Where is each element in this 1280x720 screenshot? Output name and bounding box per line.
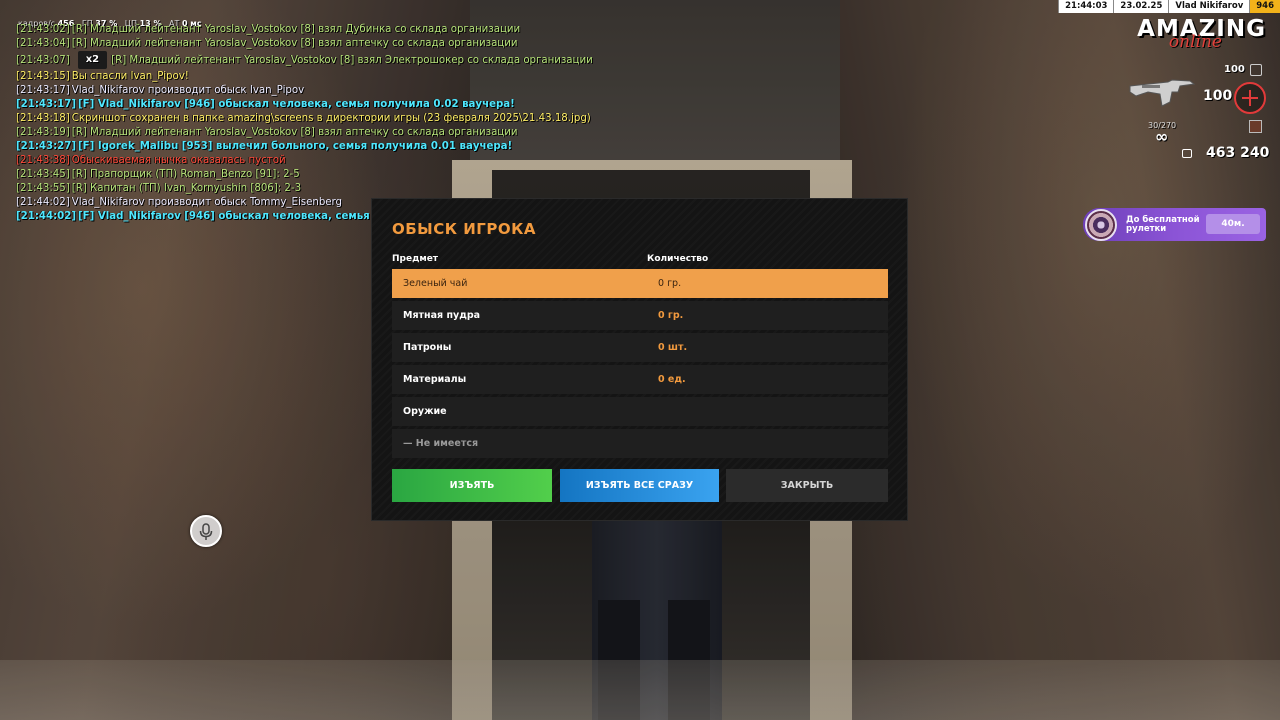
ammo-reserve: ∞: [1155, 127, 1169, 146]
player-name: Vlad Nikifarov: [1168, 0, 1250, 13]
dialog-title: ОБЫСК ИГРОКА: [392, 220, 536, 238]
chat-message: [21:43:19] [R] Младший лейтенант Yaroslav…: [16, 127, 518, 138]
column-header-item: Предмет: [392, 254, 439, 264]
item-row-weapons-header: Оружие: [392, 397, 888, 426]
microphone-icon: [199, 523, 213, 540]
chat-message: [21:43:45] [R] Прапорщик (ТП) Roman_Benzo…: [16, 169, 300, 180]
health-value: 100: [1203, 88, 1233, 104]
date: 23.02.25: [1113, 0, 1169, 13]
chat-message: [21:43:02] [R] Младший лейтенант Yaroslav…: [16, 24, 521, 35]
column-header-quantity: Количество: [647, 254, 709, 264]
roulette-wheel-icon: [1085, 209, 1117, 241]
dialog-actions: ИЗЪЯТЬ ИЗЪЯТЬ ВСЕ СРАЗУ ЗАКРЫТЬ: [392, 469, 888, 502]
take-all-button[interactable]: ИЗЪЯТЬ ВСЕ СРАЗУ: [560, 469, 719, 502]
chat-message: [21:43:07] x2 [R] Младший лейтенант Yarosl…: [16, 51, 636, 70]
chat-message: [21:43:17] [F] Vlad_Nikifarov [946] обыск…: [16, 99, 515, 110]
item-row-empty: — Не имеется: [392, 429, 888, 458]
armor-icon: [1250, 64, 1262, 76]
chat-message: [21:43:15] Вы спасли Ivan_Pipov!: [16, 71, 189, 82]
chat-message: [21:43:18] Скриншот сохранен в папке amaz…: [16, 113, 591, 124]
item-row[interactable]: Патроны 0 шт.: [392, 333, 888, 362]
armor-value: 100: [1224, 64, 1245, 75]
health-icon: [1234, 82, 1266, 114]
chat-message: [21:43:55] [R] Капитан (ТП) Ivan_Kornyush…: [16, 183, 302, 194]
take-button[interactable]: ИЗЪЯТЬ: [392, 469, 552, 502]
item-row[interactable]: Материалы 0 ед.: [392, 365, 888, 394]
roulette-timer: 40м.: [1206, 214, 1260, 234]
message-repeat-badge: x2: [77, 51, 108, 69]
top-status-bar: 21:44:03 23.02.25 Vlad Nikifarov 946: [1058, 0, 1280, 13]
free-roulette-promo[interactable]: До бесплатной рулетки 40м.: [1083, 208, 1266, 241]
item-row[interactable]: Мятная пудра 0 гр.: [392, 301, 888, 330]
chat-message: [21:43:38] Обыскиваемая нычка оказалась п…: [16, 155, 286, 166]
clock: 21:44:03: [1058, 0, 1114, 13]
chat-message: [21:43:17] Vlad_Nikifarov производит обыс…: [16, 85, 305, 96]
voice-chat-button[interactable]: [190, 515, 222, 547]
player-level: 946: [1249, 0, 1280, 13]
chat-message: [21:43:04] [R] Младший лейтенант Yaroslav…: [16, 38, 518, 49]
game-logo: AMAZING online: [1137, 16, 1266, 52]
wallet-icon: [1182, 148, 1192, 158]
chat-message: [21:43:27] [F] Igorek_Malibu [953] вылечи…: [16, 141, 513, 152]
exit-icon: [1249, 120, 1262, 133]
close-button[interactable]: ЗАКРЫТЬ: [726, 469, 888, 502]
player-search-dialog: ОБЫСК ИГРОКА Предмет Количество Зеленый …: [371, 198, 908, 521]
item-row[interactable]: Зеленый чай 0 гр.: [392, 269, 888, 298]
chat-log: [21:43:02] [R] Младший лейтенант Yaroslav…: [16, 23, 636, 224]
money-value: 463 240: [1206, 145, 1270, 161]
rifle-icon: [1129, 79, 1196, 107]
money-display: 463 240: [1182, 143, 1269, 163]
item-list: Зеленый чай 0 гр. Мятная пудра 0 гр. Пат…: [392, 269, 888, 461]
